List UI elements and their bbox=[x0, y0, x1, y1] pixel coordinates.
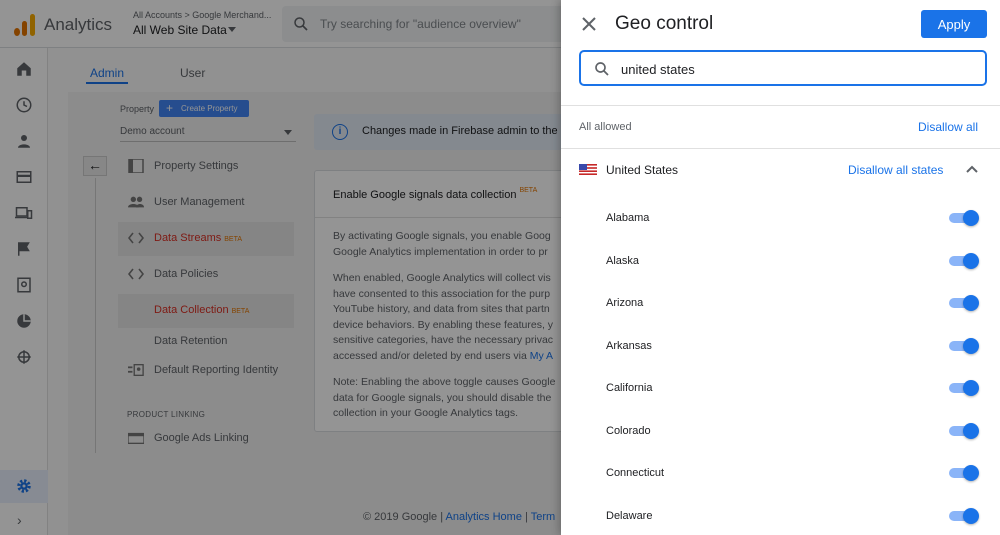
state-row: Alaska bbox=[561, 249, 1000, 291]
apply-button[interactable]: Apply bbox=[921, 10, 987, 38]
state-row: Colorado bbox=[561, 419, 1000, 461]
state-toggle[interactable] bbox=[949, 507, 979, 524]
close-icon[interactable] bbox=[575, 10, 603, 38]
state-row: Delaware bbox=[561, 504, 1000, 535]
toggle-thumb bbox=[963, 210, 979, 226]
state-name: Arizona bbox=[606, 297, 644, 309]
search-icon bbox=[595, 62, 609, 76]
state-toggle[interactable] bbox=[949, 380, 979, 396]
us-flag-icon bbox=[579, 164, 597, 175]
state-name: Connecticut bbox=[606, 467, 665, 479]
divider bbox=[561, 105, 1000, 106]
country-name: United States bbox=[606, 163, 679, 177]
geo-search-input[interactable] bbox=[621, 59, 971, 79]
state-row: Arkansas bbox=[561, 334, 1000, 376]
state-toggle[interactable] bbox=[949, 295, 979, 311]
state-row: California bbox=[561, 376, 1000, 418]
state-name: Colorado bbox=[606, 424, 651, 437]
toggle-thumb bbox=[963, 295, 979, 311]
toggle-thumb bbox=[963, 465, 979, 481]
state-name: Arkansas bbox=[606, 339, 652, 352]
state-name: Delaware bbox=[606, 509, 653, 522]
toggle-thumb bbox=[963, 422, 979, 439]
state-name: California bbox=[606, 382, 653, 394]
panel-title: Geo control bbox=[615, 13, 714, 34]
state-name: Alaska bbox=[606, 254, 640, 267]
toggle-thumb bbox=[963, 507, 979, 524]
disallow-all-link[interactable]: Disallow all bbox=[918, 120, 978, 134]
divider bbox=[561, 148, 1000, 149]
state-name: Alabama bbox=[606, 212, 650, 224]
chevron-up-icon[interactable] bbox=[964, 162, 980, 176]
toggle-thumb bbox=[963, 337, 979, 354]
state-toggle[interactable] bbox=[949, 337, 979, 354]
toggle-thumb bbox=[963, 252, 979, 269]
state-toggle[interactable] bbox=[949, 210, 979, 226]
geo-search-box[interactable] bbox=[579, 50, 987, 86]
state-row: Arizona bbox=[561, 291, 1000, 333]
state-row: Connecticut bbox=[561, 461, 1000, 503]
state-toggle[interactable] bbox=[949, 465, 979, 481]
toggle-thumb bbox=[963, 380, 979, 396]
modal-scrim[interactable] bbox=[0, 0, 561, 535]
state-toggle[interactable] bbox=[949, 422, 979, 439]
geo-control-panel: Geo control Apply All allowed Disallow a… bbox=[561, 0, 1000, 535]
state-row: Alabama bbox=[561, 206, 1000, 248]
disallow-all-states-link[interactable]: Disallow all states bbox=[848, 163, 943, 177]
state-toggle[interactable] bbox=[949, 252, 979, 269]
all-allowed-status: All allowed bbox=[579, 121, 632, 133]
